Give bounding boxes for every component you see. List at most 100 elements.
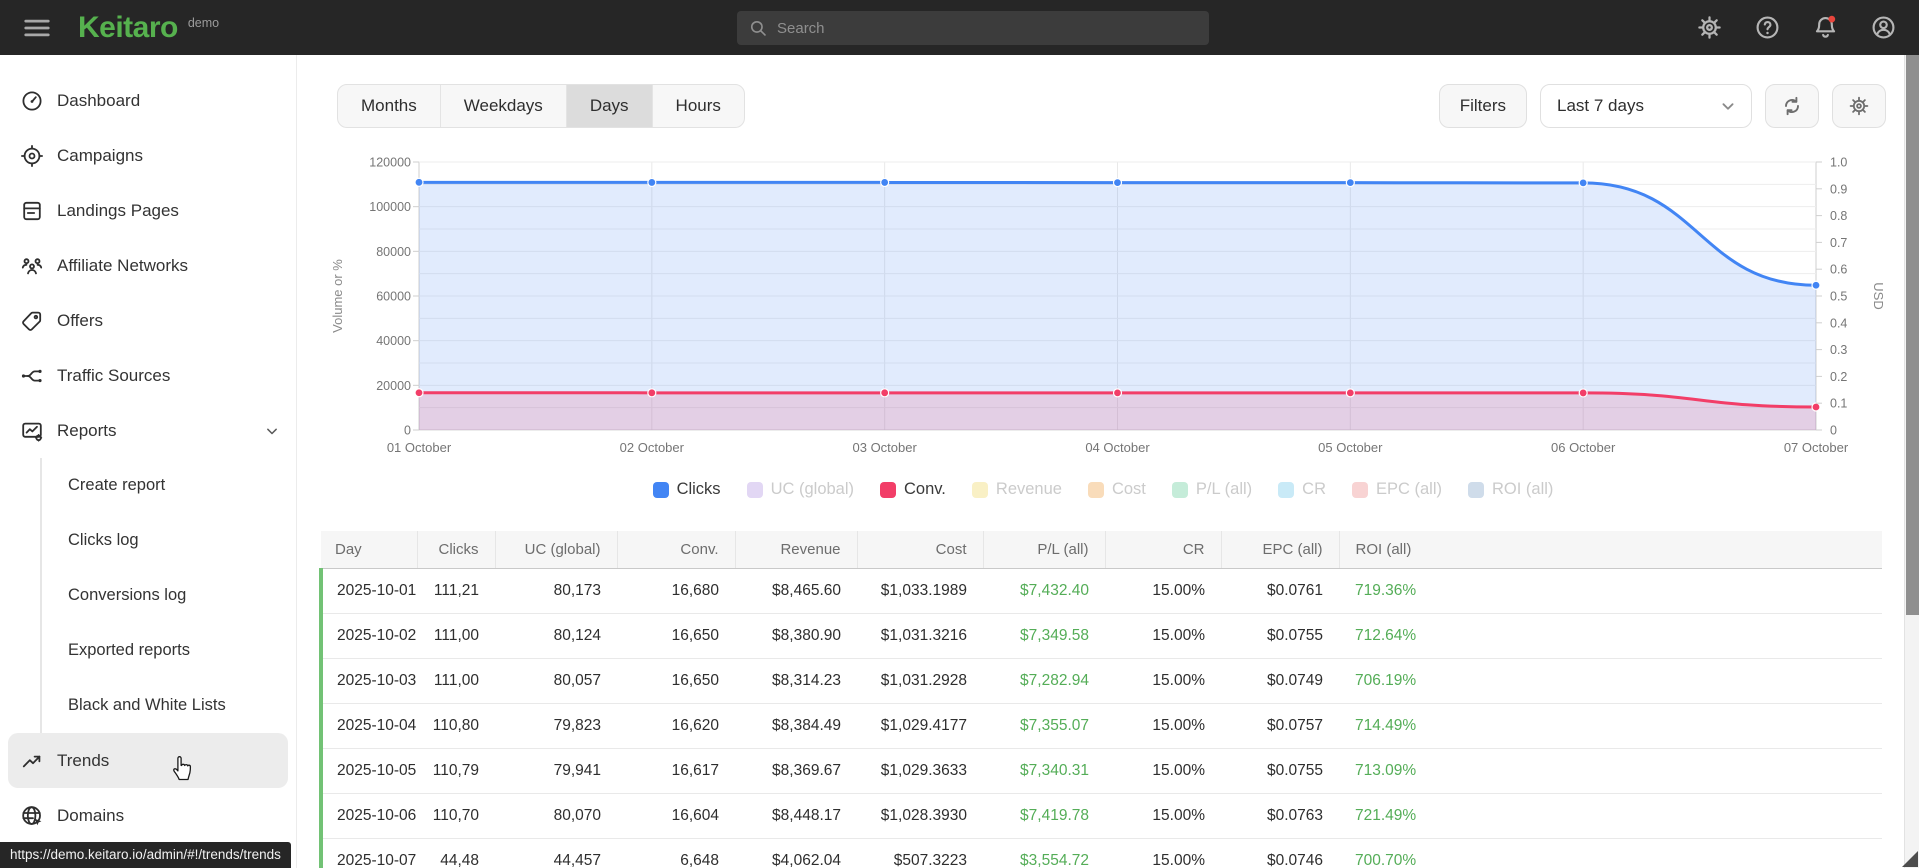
- svg-text:USD: USD: [1871, 282, 1886, 309]
- sidebar-item-domains[interactable]: Domains: [0, 788, 296, 843]
- table-cell: 80,070: [495, 793, 617, 839]
- sidebar-item-reports[interactable]: Reports: [0, 403, 296, 458]
- table-cell: $7,340.31: [983, 748, 1105, 794]
- traffic-sources-icon: [20, 364, 44, 388]
- reports-icon: [20, 419, 44, 443]
- app-logo[interactable]: Keitaro: [78, 11, 178, 45]
- date-range-select[interactable]: Last 7 days: [1540, 84, 1752, 128]
- chart-settings-button[interactable]: [1832, 84, 1886, 128]
- table-cell: $1,031.3216: [857, 613, 983, 659]
- legend-label: UC (global): [770, 480, 855, 498]
- column-header-epc-all[interactable]: EPC (all): [1221, 530, 1340, 569]
- legend-swatch: [971, 481, 988, 498]
- vertical-scrollbar: [1904, 55, 1919, 868]
- menu-icon[interactable]: [22, 13, 52, 43]
- table-cell: 80,057: [495, 658, 617, 704]
- sidebar-subitem-clicks-log[interactable]: Clicks log: [0, 513, 296, 568]
- sidebar-item-trends[interactable]: Trends: [8, 733, 288, 788]
- svg-text:120000: 120000: [369, 156, 411, 170]
- legend-item-cr[interactable]: CR: [1278, 480, 1326, 499]
- column-header-uc-global[interactable]: UC (global): [495, 530, 618, 569]
- table-cell: 713.09%: [1339, 748, 1882, 794]
- legend-label: Cost: [1111, 480, 1146, 498]
- tab-months[interactable]: Months: [338, 85, 441, 127]
- legend-item-p-l-all[interactable]: P/L (all): [1171, 480, 1252, 499]
- sidebar-subitem-conversions-log[interactable]: Conversions log: [0, 568, 296, 623]
- help-icon[interactable]: [1754, 14, 1781, 41]
- legend-label: EPC (all): [1376, 480, 1443, 498]
- legend-item-conv[interactable]: Conv.: [880, 480, 946, 499]
- legend-swatch: [1352, 481, 1368, 498]
- tab-hours[interactable]: Hours: [653, 85, 744, 127]
- main-content: Months Weekdays Days Hours Filters Last 7 d…: [298, 55, 1904, 868]
- svg-text:06 October: 06 October: [1551, 440, 1616, 455]
- topbar: Keitaro demo: [0, 0, 1919, 55]
- legend-item-clicks[interactable]: Clicks: [652, 480, 721, 499]
- trends-icon: [20, 749, 44, 773]
- search-icon: [747, 17, 769, 39]
- table-cell: 79,823: [495, 703, 617, 749]
- svg-text:Volume or %: Volume or %: [330, 259, 345, 333]
- table-header-row: Day Clicks UC (global) Conv. Revenue Cost P/L …: [321, 530, 1882, 569]
- sidebar-item-traffic-sources[interactable]: Traffic Sources: [0, 348, 296, 403]
- scrollbar-thumb[interactable]: [1906, 55, 1919, 615]
- column-header-p-l-all[interactable]: P/L (all): [983, 530, 1106, 569]
- column-header-conv[interactable]: Conv.: [617, 530, 736, 569]
- table-cell: $8,465.60: [735, 568, 857, 614]
- table-cell: 719.36%: [1339, 568, 1882, 614]
- tab-days[interactable]: Days: [566, 85, 653, 127]
- sidebar-item-affiliate-networks[interactable]: Affiliate Networks: [0, 238, 296, 293]
- legend-item-epc-all[interactable]: EPC (all): [1352, 480, 1442, 499]
- legend-item-uc-global[interactable]: UC (global): [746, 480, 855, 499]
- svg-text:05 October: 05 October: [1318, 440, 1383, 455]
- sidebar-item-offers[interactable]: Offers: [0, 293, 296, 348]
- notifications-bell-icon[interactable]: [1812, 14, 1839, 41]
- sidebar-item-label: Domains: [57, 805, 125, 825]
- table-cell: $7,432.40: [983, 568, 1105, 614]
- column-header-clicks[interactable]: Clicks: [417, 530, 496, 569]
- chevron-down-icon: [262, 421, 282, 441]
- search-input[interactable]: [777, 19, 1199, 37]
- table-cell: 15.00%: [1105, 568, 1221, 614]
- filters-button[interactable]: Filters: [1438, 84, 1527, 128]
- column-header-cr[interactable]: CR: [1105, 530, 1222, 569]
- table-cell: $4,062.04: [735, 838, 857, 868]
- svg-text:04 October: 04 October: [1085, 440, 1150, 455]
- table-row: 2025-10-05 110,79 79,941 16,617 $8,369.67 $1,…: [319, 748, 1882, 794]
- svg-text:0.9: 0.9: [1830, 182, 1847, 196]
- legend-item-cost[interactable]: Cost: [1087, 480, 1146, 499]
- table-cell: 16,617: [617, 748, 735, 794]
- svg-text:60000: 60000: [376, 290, 411, 304]
- resize-corner: [1902, 851, 1918, 867]
- table-cell: 2025-10-04: [319, 703, 417, 749]
- column-header-roi-all[interactable]: ROI (all): [1339, 530, 1882, 569]
- legend-item-roi-all[interactable]: ROI (all): [1468, 480, 1553, 499]
- table-cell: 111,21: [417, 568, 495, 614]
- sidebar-subitem-create-report[interactable]: Create report: [0, 458, 296, 513]
- table-cell: 111,00: [417, 658, 495, 704]
- sidebar-item-campaigns[interactable]: Campaigns: [0, 128, 296, 183]
- tab-weekdays[interactable]: Weekdays: [441, 85, 567, 127]
- settings-gear-icon[interactable]: [1696, 14, 1723, 41]
- refresh-button[interactable]: [1765, 84, 1819, 128]
- sidebar-subitem-exported-reports[interactable]: Exported reports: [0, 623, 296, 678]
- table-cell: 700.70%: [1339, 838, 1882, 868]
- legend-item-revenue[interactable]: Revenue: [971, 480, 1062, 499]
- column-header-cost[interactable]: Cost: [857, 530, 984, 569]
- svg-text:0.4: 0.4: [1830, 316, 1847, 330]
- table-cell: $8,384.49: [735, 703, 857, 749]
- sidebar-subitem-black-and-white-lists[interactable]: Black and White Lists: [0, 678, 296, 733]
- sidebar-item-landings-pages[interactable]: Landings Pages: [0, 183, 296, 238]
- trends-table: Day Clicks UC (global) Conv. Revenue Cost P/L …: [319, 530, 1882, 868]
- legend-swatch: [1087, 481, 1104, 498]
- svg-text:0: 0: [404, 424, 411, 438]
- legend-label: Clicks: [676, 480, 721, 498]
- table-cell: 15.00%: [1105, 613, 1221, 659]
- table-cell: 15.00%: [1105, 748, 1221, 794]
- legend-label: Revenue: [995, 480, 1062, 498]
- table-cell: 110,80: [417, 703, 495, 749]
- sidebar-item-dashboard[interactable]: Dashboard: [0, 73, 296, 128]
- user-account-icon[interactable]: [1870, 14, 1897, 41]
- column-header-revenue[interactable]: Revenue: [735, 530, 858, 569]
- column-header-day[interactable]: Day: [321, 530, 418, 569]
